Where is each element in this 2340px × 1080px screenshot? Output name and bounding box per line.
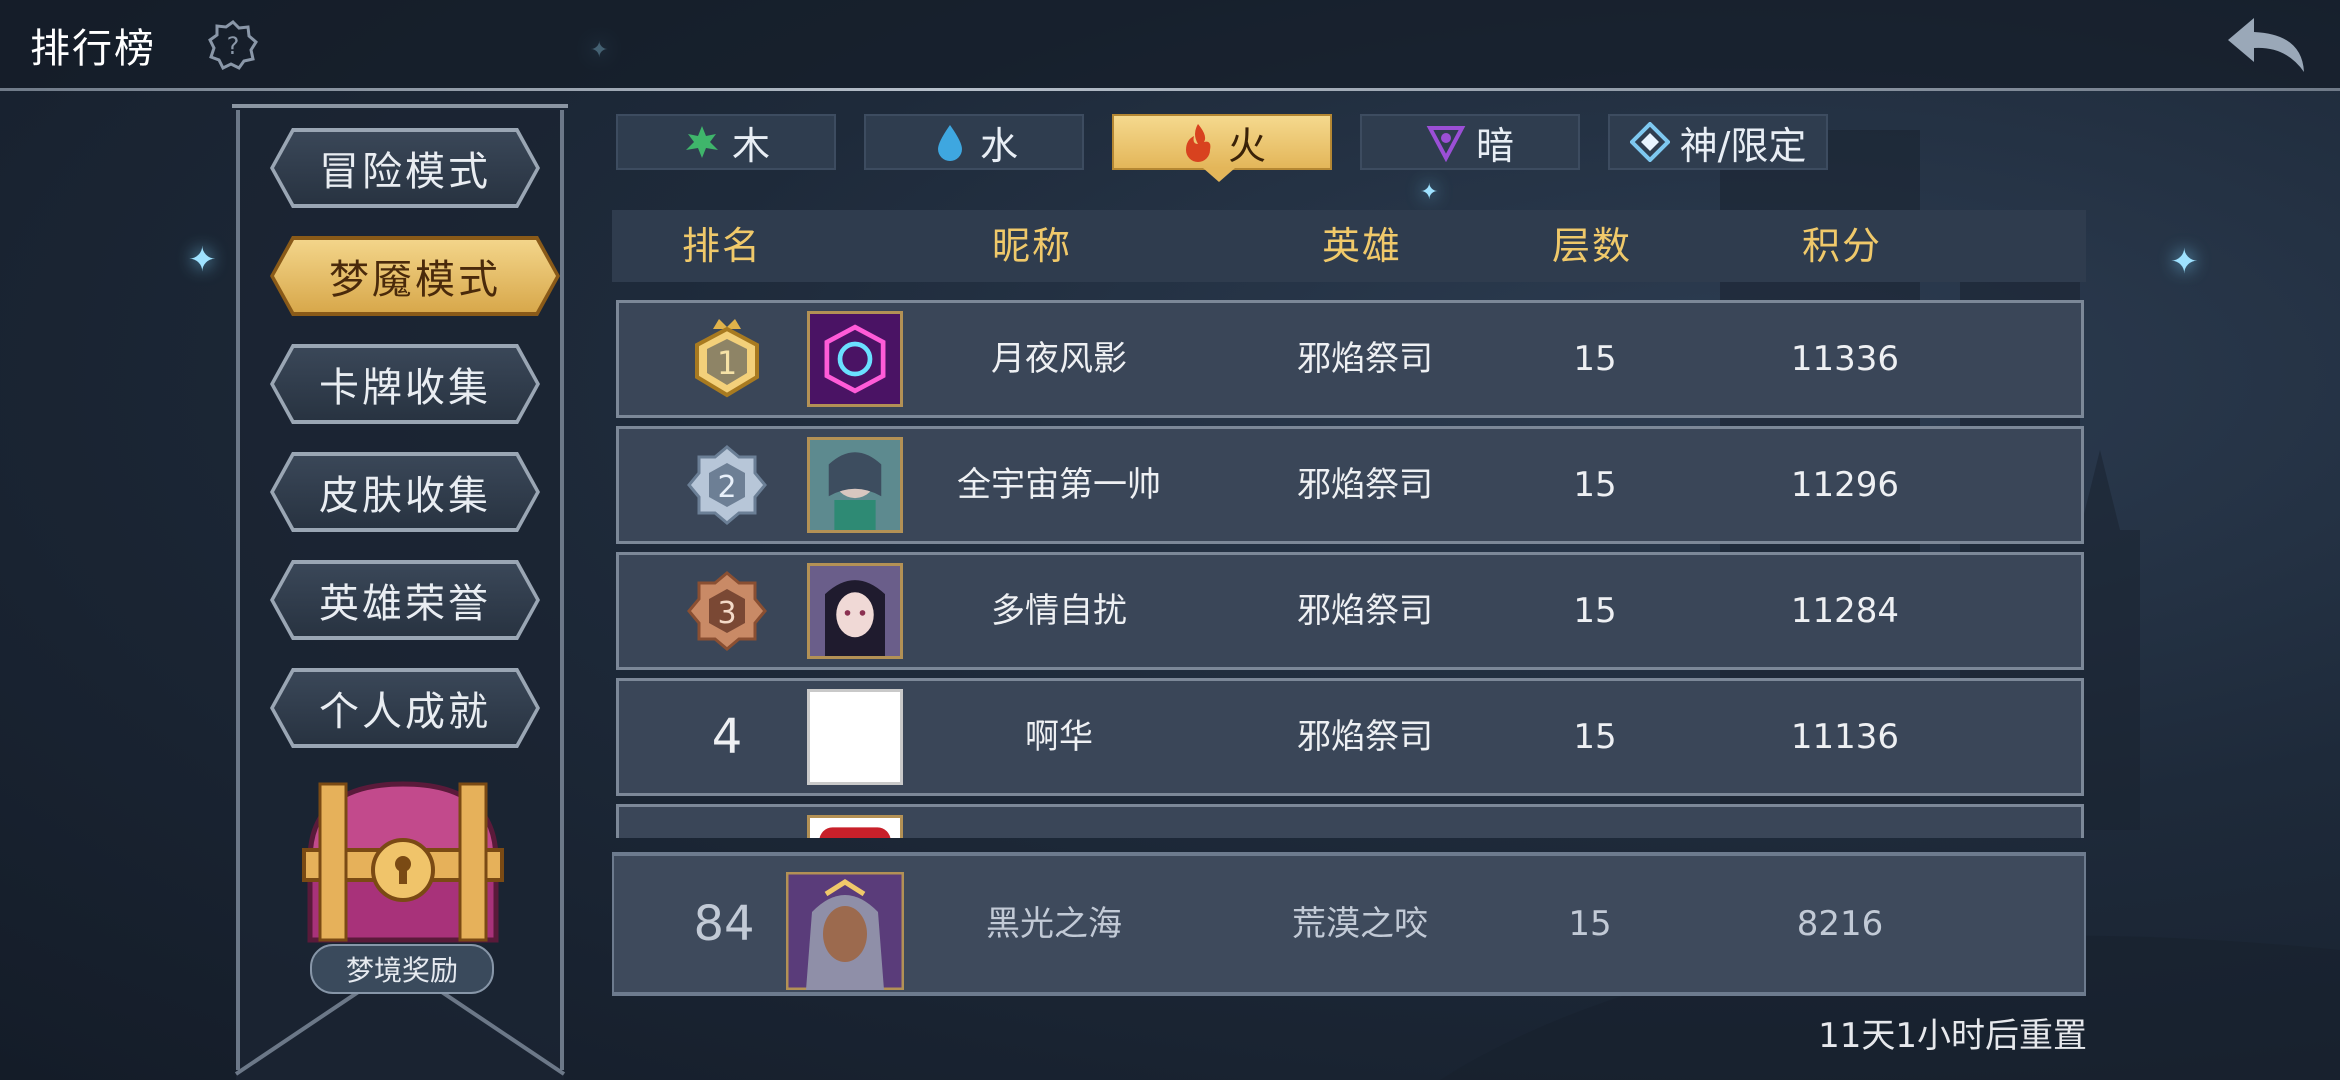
tab-fire[interactable]: 火 [1112, 114, 1332, 170]
floor-count: 15 [1573, 465, 1617, 505]
sidebar-item-nightmare[interactable]: 梦魇模式 [270, 236, 560, 316]
table-header: 排名 昵称 英雄 层数 积分 [612, 210, 2086, 282]
tab-god-limited[interactable]: 神/限定 [1608, 114, 1828, 170]
score: 11284 [1790, 591, 1900, 631]
table-row[interactable]: 1 月夜风影 邪焰祭司 15 11336 [616, 300, 2084, 418]
hero-name: 邪焰祭司 [1297, 465, 1433, 505]
treasure-chest-icon[interactable] [300, 770, 506, 950]
tab-label: 暗 [1475, 123, 1514, 168]
column-header-rank: 排名 [681, 224, 762, 268]
dream-reward-label[interactable]: 梦境奖励 [310, 944, 494, 994]
water-drop-icon [937, 125, 962, 161]
avatar [807, 311, 903, 407]
rank-1-gold-badge-icon: 1 [695, 319, 759, 398]
column-header-score: 积分 [1801, 224, 1882, 268]
question-gear-icon[interactable]: ? [208, 20, 258, 70]
svg-text:1: 1 [717, 344, 737, 382]
score: 11336 [1790, 339, 1900, 379]
avatar [807, 563, 903, 659]
fire-icon [1185, 124, 1211, 162]
hero-name: 邪焰祭司 [1297, 717, 1433, 757]
sidebar-item-label: 梦魇模式 [274, 240, 556, 312]
nickname: 啊华 [1025, 717, 1093, 757]
sidebar-item-skin-collection[interactable]: 皮肤收集 [270, 452, 540, 532]
table-row[interactable] [616, 804, 2084, 838]
sidebar-item-label: 英雄荣誉 [274, 564, 536, 636]
my-score: 8216 [1796, 904, 1884, 944]
sparkle-icon: ✦ [2170, 242, 2199, 282]
sidebar-item-hero-honor[interactable]: 英雄荣誉 [270, 560, 540, 640]
tab-label: 水 [979, 123, 1018, 168]
column-header-floors: 层数 [1551, 224, 1632, 268]
nickname: 多情自扰 [991, 591, 1127, 631]
my-floor-count: 15 [1568, 904, 1612, 944]
column-header-nickname: 昵称 [991, 224, 1072, 268]
reset-countdown: 11天1小时后重置 [1818, 1016, 2087, 1056]
column-header-hero: 英雄 [1321, 224, 1402, 268]
svg-text:3: 3 [717, 596, 736, 631]
tab-wood[interactable]: 木 [616, 114, 836, 170]
my-rank-row[interactable]: 84 黑光之海 荒漠之咬 15 8216 [614, 856, 2084, 992]
tab-label: 火 [1227, 123, 1266, 168]
hero-name: 邪焰祭司 [1297, 591, 1433, 631]
sparkle-icon: ✦ [188, 240, 217, 280]
avatar [807, 689, 903, 785]
table-row[interactable]: 2 全宇宙第一帅 邪焰祭司 15 11296 [616, 426, 2084, 544]
tab-label: 神/限定 [1679, 123, 1807, 168]
sidebar-item-achievements[interactable]: 个人成就 [270, 668, 540, 748]
svg-text:2: 2 [717, 470, 736, 505]
tab-label: 木 [731, 123, 770, 168]
score: 11296 [1790, 465, 1900, 505]
active-tab-pointer [1203, 168, 1235, 182]
page-title: 排行榜 [30, 26, 156, 72]
hero-name: 邪焰祭司 [1297, 339, 1433, 379]
top-bar [0, 0, 2340, 90]
floor-count: 15 [1573, 339, 1617, 379]
sidebar-item-card-collection[interactable]: 卡牌收集 [270, 344, 540, 424]
tab-water[interactable]: 水 [864, 114, 1084, 170]
avatar [807, 815, 903, 838]
leaf-icon [685, 126, 718, 158]
avatar [807, 437, 903, 533]
rank-3-bronze-badge-icon: 3 [687, 571, 767, 651]
sidebar-item-label: 皮肤收集 [274, 456, 536, 528]
rank-number: 4 [711, 709, 743, 765]
floor-count: 15 [1573, 591, 1617, 631]
svg-text:?: ? [227, 32, 240, 60]
dark-triangle-icon [1426, 126, 1466, 162]
back-arrow-icon[interactable] [2224, 14, 2310, 76]
diamond-rune-icon [1629, 122, 1670, 162]
score: 11136 [1790, 717, 1900, 757]
my-rank-number: 84 [693, 896, 755, 952]
tab-dark[interactable]: 暗 [1360, 114, 1580, 170]
sidebar-item-adventure[interactable]: 冒险模式 [270, 128, 540, 208]
rank-2-silver-badge-icon: 2 [687, 445, 767, 525]
sparkle-icon: ✦ [1420, 180, 1439, 205]
sidebar-item-label: 卡牌收集 [274, 348, 536, 420]
table-row[interactable]: 3 多情自扰 邪焰祭司 15 11284 [616, 552, 2084, 670]
header-divider [0, 88, 2340, 91]
nickname: 全宇宙第一帅 [957, 465, 1161, 505]
floor-count: 15 [1573, 717, 1617, 757]
leaderboard-list[interactable]: 1 月夜风影 邪焰祭司 15 11336 2 全宇宙第一帅 邪焰祭司 15 11… [612, 296, 2090, 838]
avatar [786, 872, 904, 990]
my-nickname: 黑光之海 [986, 904, 1122, 944]
nickname: 月夜风影 [991, 339, 1127, 379]
sidebar-item-label: 冒险模式 [274, 132, 536, 204]
my-hero-name: 荒漠之咬 [1292, 904, 1428, 944]
table-row[interactable]: 4 啊华 邪焰祭司 15 11136 [616, 678, 2084, 796]
sidebar-item-label: 个人成就 [274, 672, 536, 744]
